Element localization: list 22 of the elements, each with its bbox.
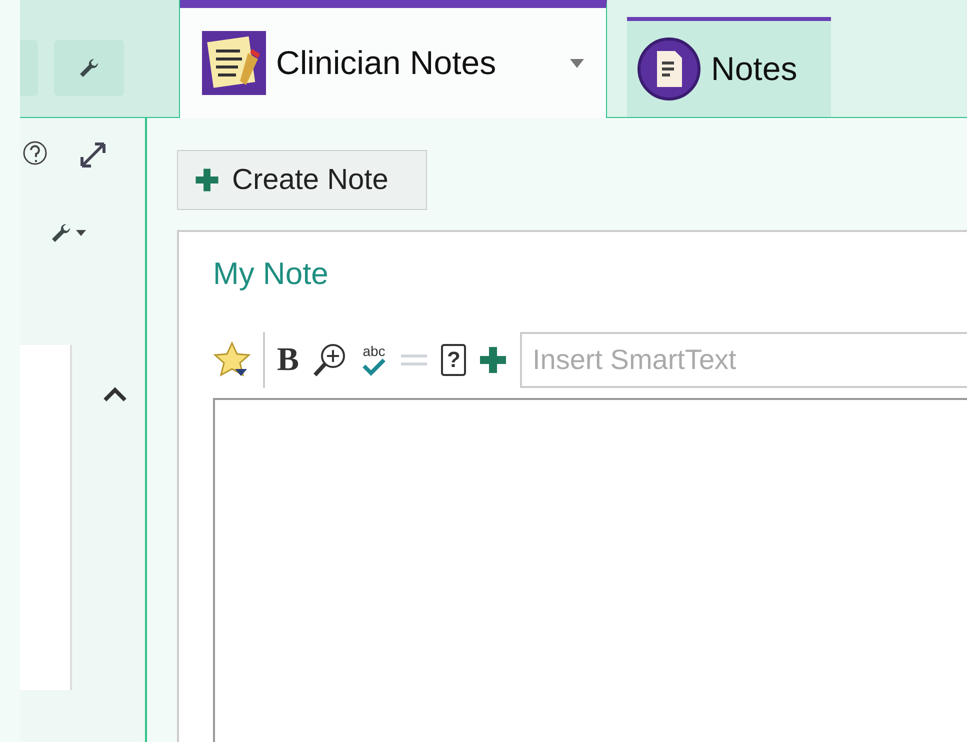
caret-icon[interactable] [570,58,584,68]
wrench-icon [50,222,72,244]
help-icon[interactable] [22,140,48,166]
caret-icon [76,230,86,236]
wrench-button[interactable] [54,40,124,96]
wrench-menu-button[interactable] [50,222,86,244]
add-icon [194,167,220,193]
add-icon[interactable] [478,345,508,375]
create-note-button[interactable]: Create Note [177,150,427,210]
expand-icon[interactable] [78,140,108,170]
spellcheck-button[interactable]: abc [361,344,388,376]
document-icon [637,37,701,101]
smarttext-field[interactable]: Insert SmartText [520,332,967,388]
tab[interactable]: Clinician Notes [180,0,607,118]
note-title: My Note [213,256,330,292]
smartlist-button[interactable]: ? [441,344,466,376]
wrench-icon [78,57,100,79]
collapse-icon[interactable] [102,386,128,402]
bold-button[interactable]: B [277,342,300,378]
tab[interactable]: Notes [627,17,831,117]
notepad-icon [202,31,266,95]
star-icon[interactable] [213,341,251,379]
